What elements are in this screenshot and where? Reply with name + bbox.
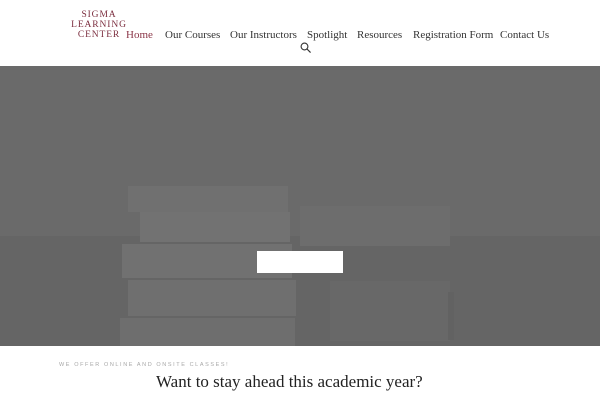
hero-cta-button[interactable] xyxy=(257,251,343,273)
intro-kicker: WE OFFER ONLINE AND ONSITE CLASSES! xyxy=(59,362,230,368)
nav-resources[interactable]: Resources xyxy=(357,29,402,41)
hero-background-image xyxy=(0,66,600,346)
search-icon[interactable] xyxy=(300,42,311,53)
nav-registration-form[interactable]: Registration Form xyxy=(413,29,493,41)
nav-spotlight[interactable]: Spotlight xyxy=(307,29,347,41)
nav-our-instructors[interactable]: Our Instructors xyxy=(230,29,297,41)
intro-section: WE OFFER ONLINE AND ONSITE CLASSES! Want… xyxy=(0,346,600,400)
hero-banner xyxy=(0,66,600,346)
main-nav: Home Our Courses Our Instructors Spotlig… xyxy=(0,29,600,43)
site-header: SIGMA LEARNING CENTER Home Our Courses O… xyxy=(0,0,600,66)
nav-our-courses[interactable]: Our Courses xyxy=(165,29,220,41)
nav-home[interactable]: Home xyxy=(126,29,153,41)
intro-headline: Want to stay ahead this academic year? xyxy=(156,372,423,391)
nav-contact-us[interactable]: Contact Us xyxy=(500,29,549,41)
logo-line-1: SIGMA LEARNING xyxy=(71,10,127,30)
